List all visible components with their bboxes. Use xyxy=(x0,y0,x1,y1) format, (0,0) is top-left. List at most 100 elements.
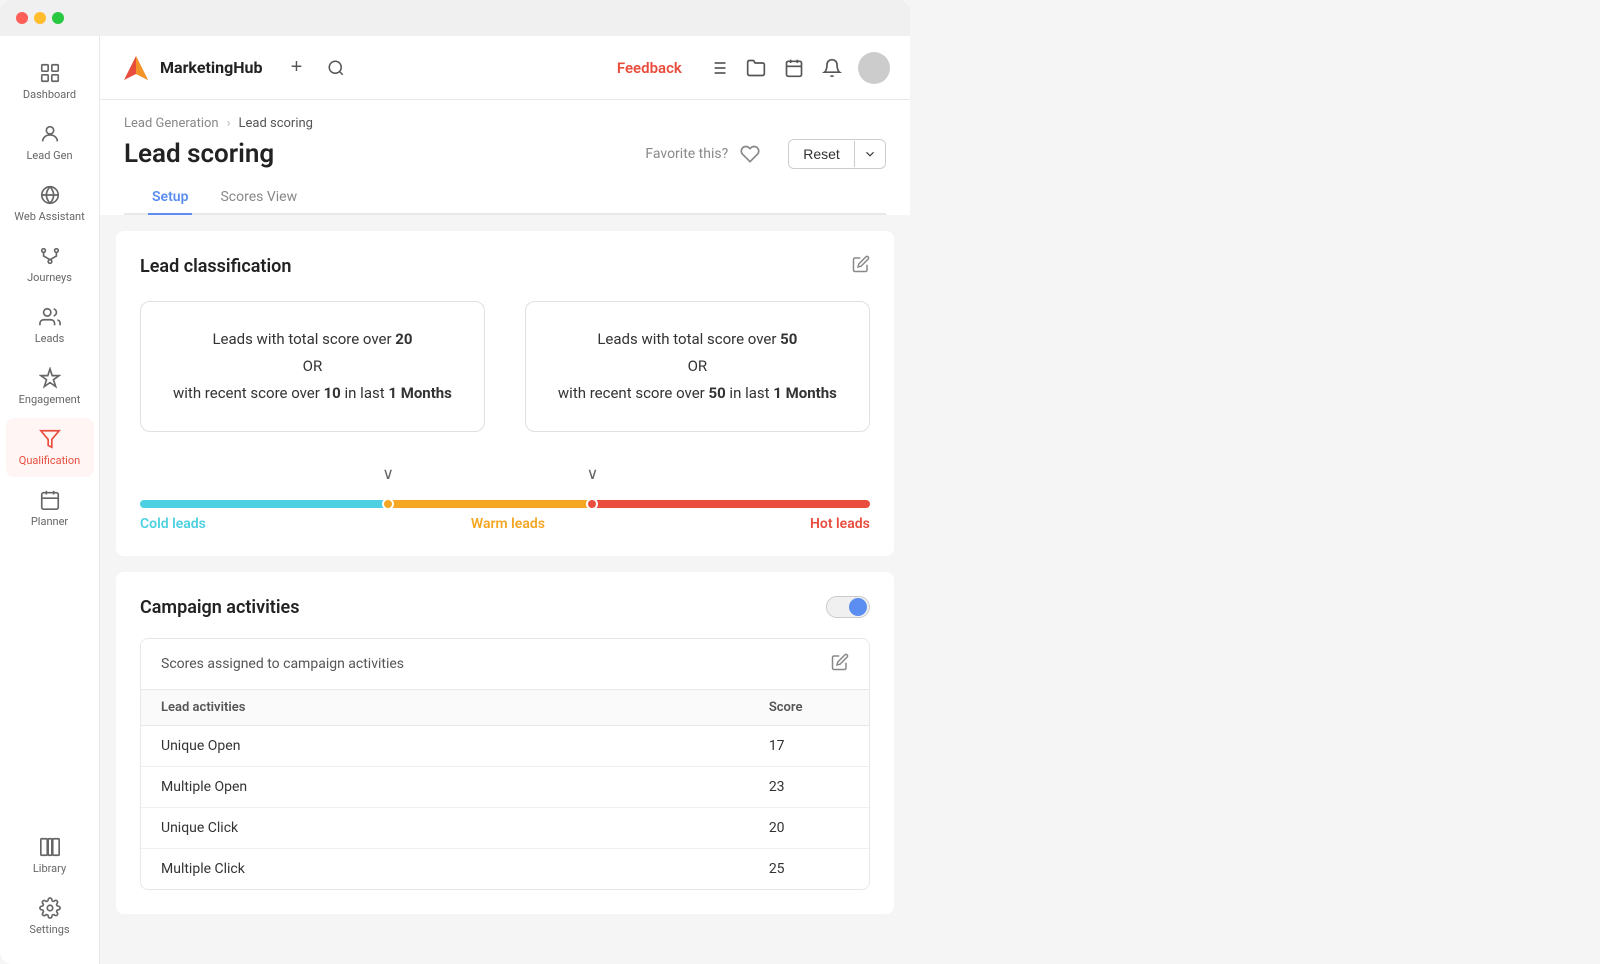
label-cold-leads: Cold leads xyxy=(140,516,206,532)
card1-line1: Leads with total score over 20 xyxy=(173,326,452,353)
sidebar-label-planner: Planner xyxy=(31,515,68,528)
sidebar-label-settings: Settings xyxy=(29,923,69,936)
sidebar-label-leads: Leads xyxy=(35,332,65,345)
range-dot-hot[interactable] xyxy=(586,498,598,510)
activities-table: Scores assigned to campaign activities L… xyxy=(140,638,870,890)
list-icon[interactable] xyxy=(706,56,730,80)
lead-classification-title: Lead classification xyxy=(140,256,291,277)
range-dot-warm[interactable] xyxy=(382,498,394,510)
search-icon xyxy=(327,59,345,77)
leads-icon xyxy=(39,306,61,328)
user-avatar[interactable] xyxy=(858,52,890,84)
activities-table-header: Scores assigned to campaign activities xyxy=(141,639,869,690)
page-title-row: Lead scoring Favorite this? Reset xyxy=(124,139,886,169)
brand: MarketingHub xyxy=(120,52,262,84)
settings-icon xyxy=(39,897,61,919)
sidebar-label-journeys: Journeys xyxy=(27,271,72,284)
close-dot[interactable] xyxy=(16,12,28,24)
range-bar-wrapper xyxy=(140,500,870,508)
sidebar-item-library[interactable]: Library xyxy=(6,826,94,885)
sidebar-item-engagement[interactable]: Engagement xyxy=(6,357,94,416)
breadcrumb-separator: › xyxy=(227,116,231,131)
table-header-row: Lead activities Score xyxy=(141,690,869,726)
library-icon xyxy=(39,836,61,858)
qualification-icon xyxy=(39,428,61,450)
table-row[interactable]: Multiple Click 25 xyxy=(141,849,869,889)
search-button[interactable] xyxy=(322,54,350,82)
calendar-icon[interactable] xyxy=(782,56,806,80)
activity-score-0: 17 xyxy=(769,738,849,754)
toggle-track[interactable] xyxy=(826,596,870,618)
activity-name-0: Unique Open xyxy=(161,738,769,754)
sidebar: Dashboard Lead Gen Web Assistant Journey… xyxy=(0,36,100,964)
add-button[interactable]: + xyxy=(282,54,310,82)
card2-score1: 50 xyxy=(780,330,797,348)
sidebar-label-qualification: Qualification xyxy=(19,454,80,467)
range-hot-bar xyxy=(592,500,869,508)
activities-subtitle: Scores assigned to campaign activities xyxy=(161,656,404,672)
topbar: MarketingHub + Feedback xyxy=(100,36,910,100)
campaign-toggle[interactable] xyxy=(826,596,870,618)
card1-text1: Leads with total score over xyxy=(212,330,395,348)
campaign-header: Campaign activities xyxy=(140,596,870,618)
campaign-activities-title: Campaign activities xyxy=(140,597,299,618)
sidebar-item-qualification[interactable]: Qualification xyxy=(6,418,94,477)
lead-classification-section: Lead classification Leads with total sco… xyxy=(116,231,894,556)
card1-score1: 20 xyxy=(395,330,412,348)
breadcrumb: Lead Generation › Lead scoring xyxy=(124,116,886,131)
sidebar-label-lead-gen: Lead Gen xyxy=(26,149,72,162)
sidebar-item-web-assistant[interactable]: Web Assistant xyxy=(6,174,94,233)
card2-months: 1 xyxy=(773,384,782,402)
chevron-hot-start: ∨ xyxy=(587,464,599,483)
card1-months: 1 xyxy=(388,384,397,402)
brand-logo-icon xyxy=(120,52,152,84)
table-row[interactable]: Multiple Open 23 xyxy=(141,767,869,808)
reset-chevron-button[interactable] xyxy=(854,141,885,167)
page-title: Lead scoring xyxy=(124,139,274,169)
sidebar-item-dashboard[interactable]: Dashboard xyxy=(6,52,94,111)
web-assistant-icon xyxy=(39,184,61,206)
heart-icon[interactable] xyxy=(740,144,760,164)
table-row[interactable]: Unique Click 20 xyxy=(141,808,869,849)
sidebar-item-settings[interactable]: Settings xyxy=(6,887,94,946)
label-hot-leads: Hot leads xyxy=(810,516,870,532)
card2-or: OR xyxy=(558,353,837,380)
folder-icon[interactable] xyxy=(744,56,768,80)
chevron-area: ∨ ∨ xyxy=(140,464,870,496)
minimize-dot[interactable] xyxy=(34,12,46,24)
dashboard-icon xyxy=(39,62,61,84)
feedback-button[interactable]: Feedback xyxy=(617,59,682,77)
classification-edit-icon[interactable] xyxy=(852,255,870,277)
sidebar-item-leads[interactable]: Leads xyxy=(6,296,94,355)
card1-or: OR xyxy=(173,353,452,380)
main-wrapper: MarketingHub + Feedback xyxy=(100,36,910,964)
lead-gen-icon xyxy=(39,123,61,145)
card2-months-label: Months xyxy=(786,384,837,402)
reset-button[interactable]: Reset xyxy=(789,140,854,168)
card2-line1: Leads with total score over 50 xyxy=(558,326,837,353)
sidebar-item-planner[interactable]: Planner xyxy=(6,479,94,538)
bell-icon[interactable] xyxy=(820,56,844,80)
sidebar-item-lead-gen[interactable]: Lead Gen xyxy=(6,113,94,172)
sidebar-item-journeys[interactable]: Journeys xyxy=(6,235,94,294)
card1-score2: 10 xyxy=(324,384,341,402)
col-header-activity: Lead activities xyxy=(161,700,769,715)
maximize-dot[interactable] xyxy=(52,12,64,24)
table-row[interactable]: Unique Open 17 xyxy=(141,726,869,767)
section-title-row: Lead classification xyxy=(140,255,870,277)
card2-text3: in last xyxy=(726,384,774,402)
range-warm-bar xyxy=(388,500,592,508)
header-right: Favorite this? Reset xyxy=(645,139,885,169)
favorite-label: Favorite this? xyxy=(645,146,728,162)
campaign-activities-section: Campaign activities Scores assigned to c… xyxy=(116,572,894,914)
label-warm-leads: Warm leads xyxy=(206,516,810,532)
activities-edit-icon[interactable] xyxy=(831,653,849,675)
tab-scores-view[interactable]: Scores View xyxy=(216,181,301,215)
card2-text1: Leads with total score over xyxy=(597,330,780,348)
breadcrumb-parent[interactable]: Lead Generation xyxy=(124,116,219,131)
classification-card-2: Leads with total score over 50 OR with r… xyxy=(525,301,870,432)
col-header-score: Score xyxy=(769,700,849,715)
tab-setup[interactable]: Setup xyxy=(148,181,192,215)
classification-cards: Leads with total score over 20 OR with r… xyxy=(140,301,870,432)
activity-name-3: Multiple Click xyxy=(161,861,769,877)
